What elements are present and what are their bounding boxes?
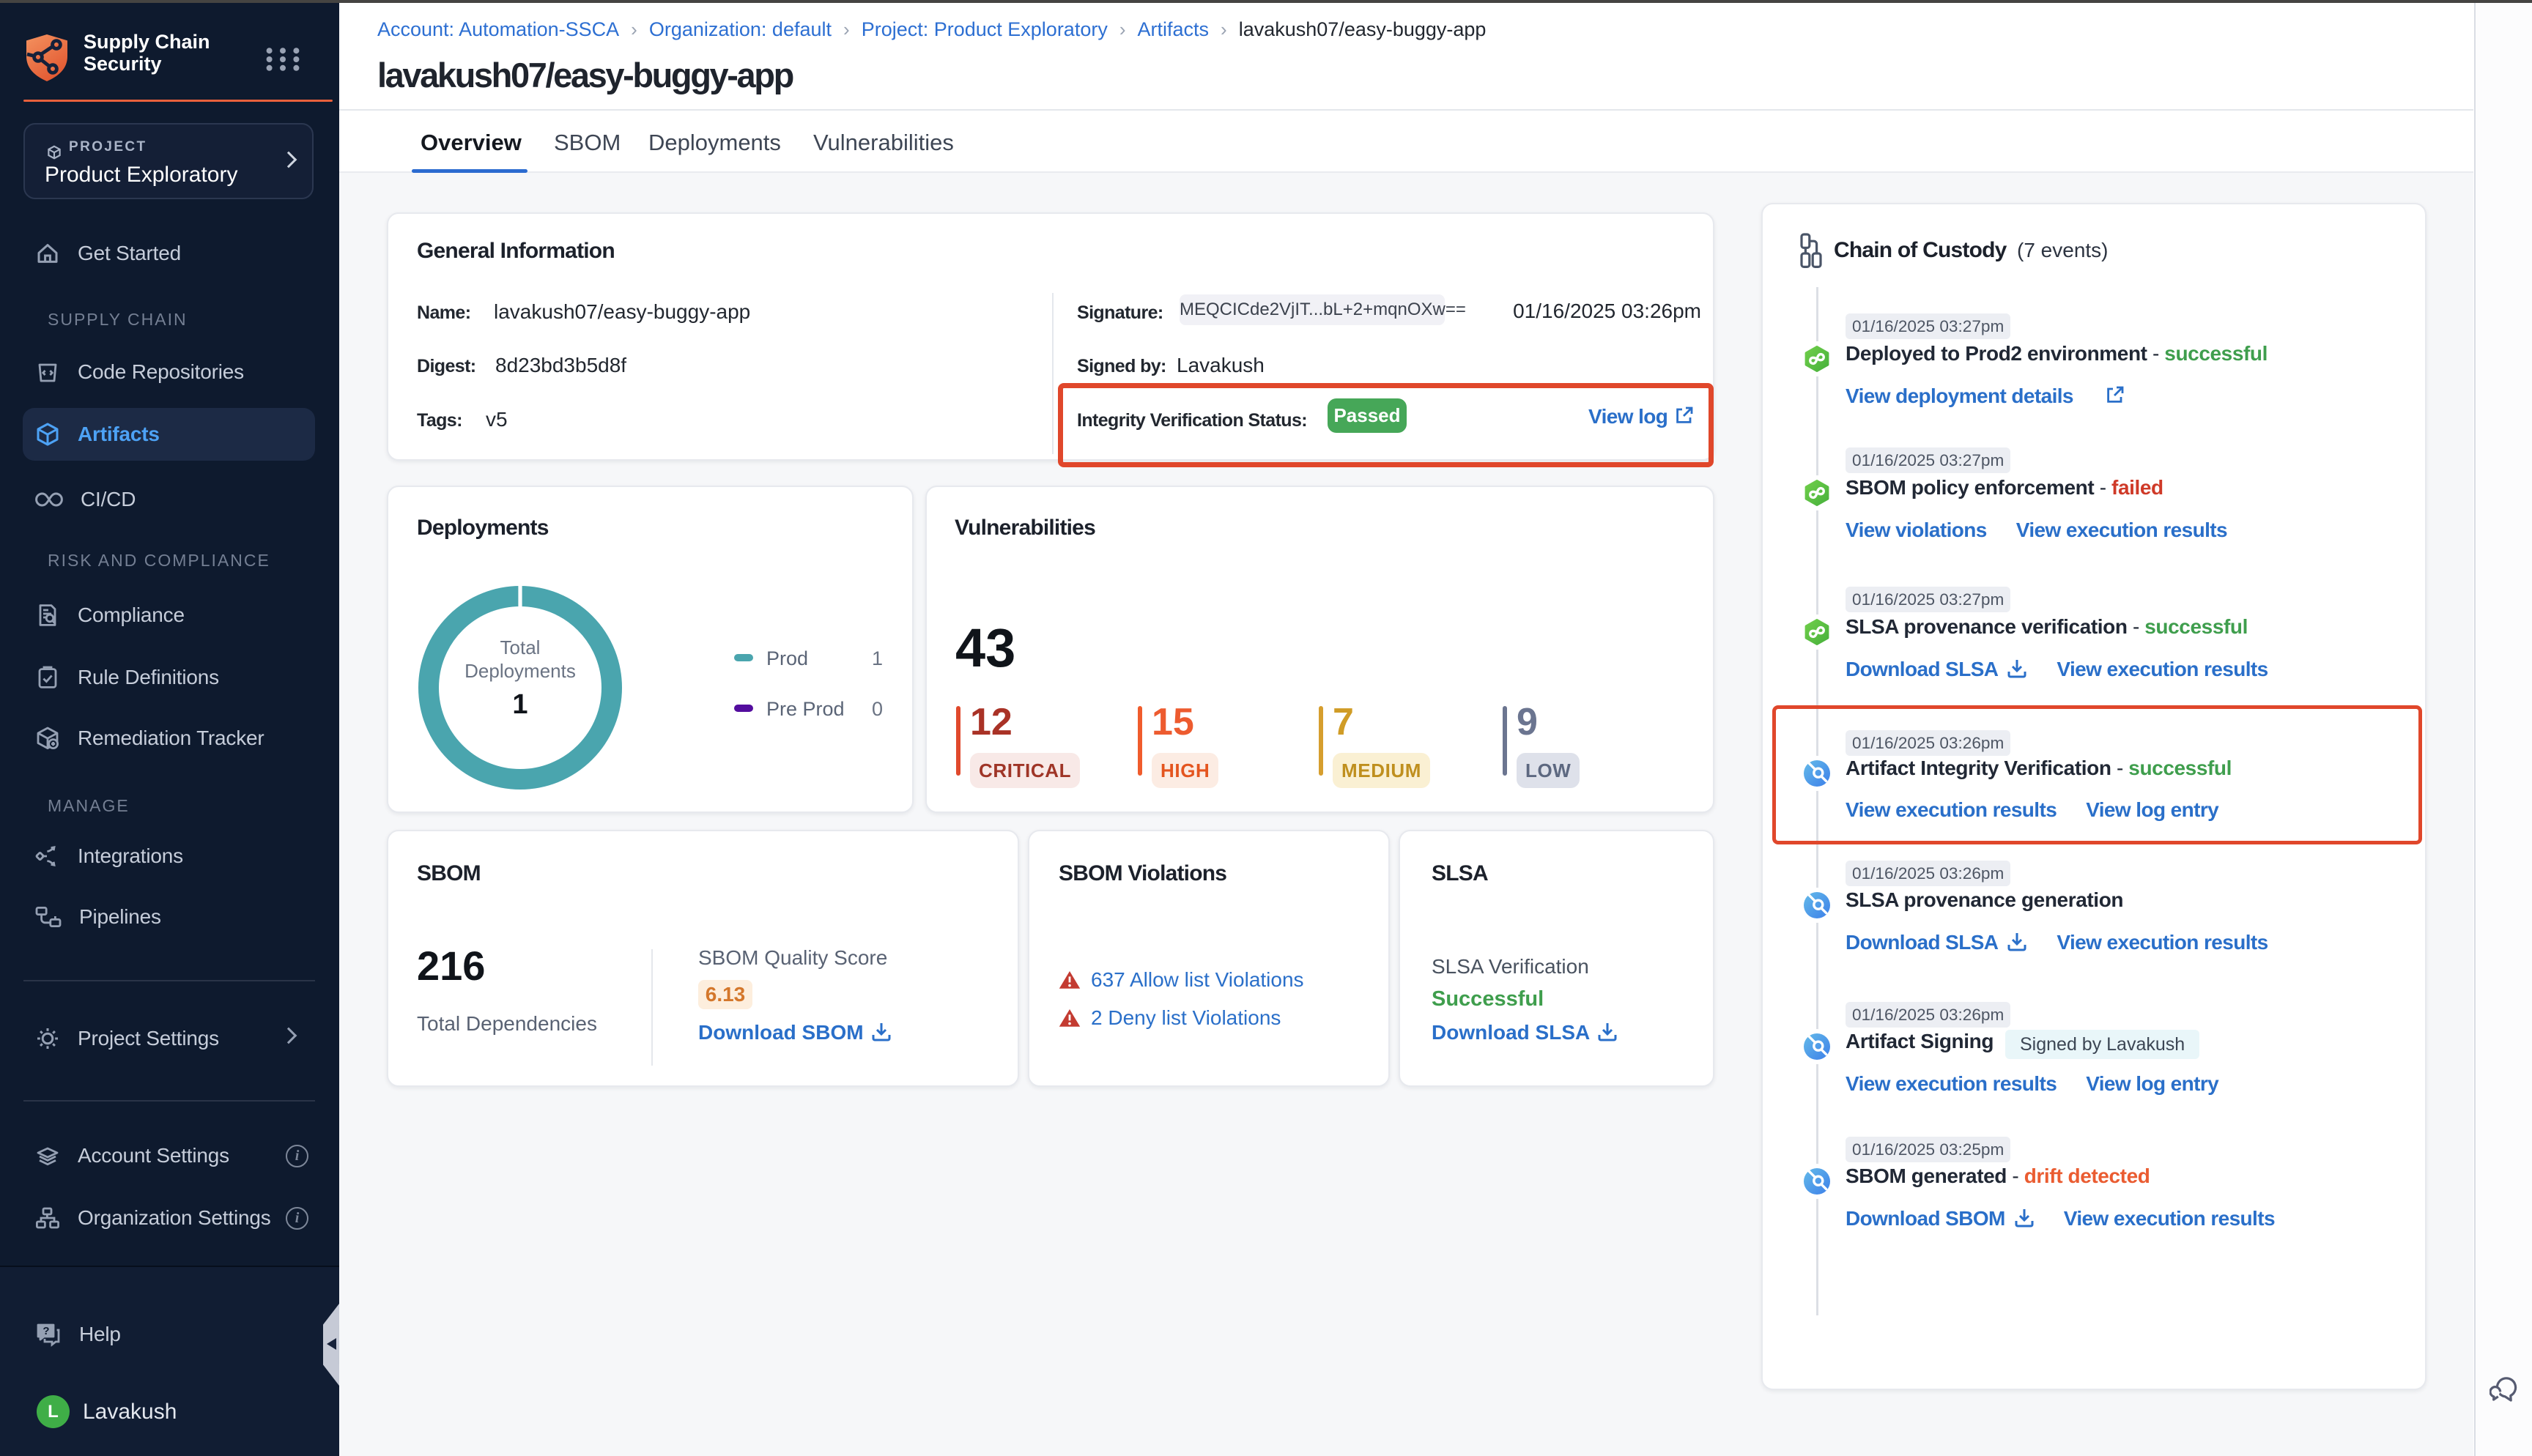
svg-text:?: ? [42,1325,49,1337]
